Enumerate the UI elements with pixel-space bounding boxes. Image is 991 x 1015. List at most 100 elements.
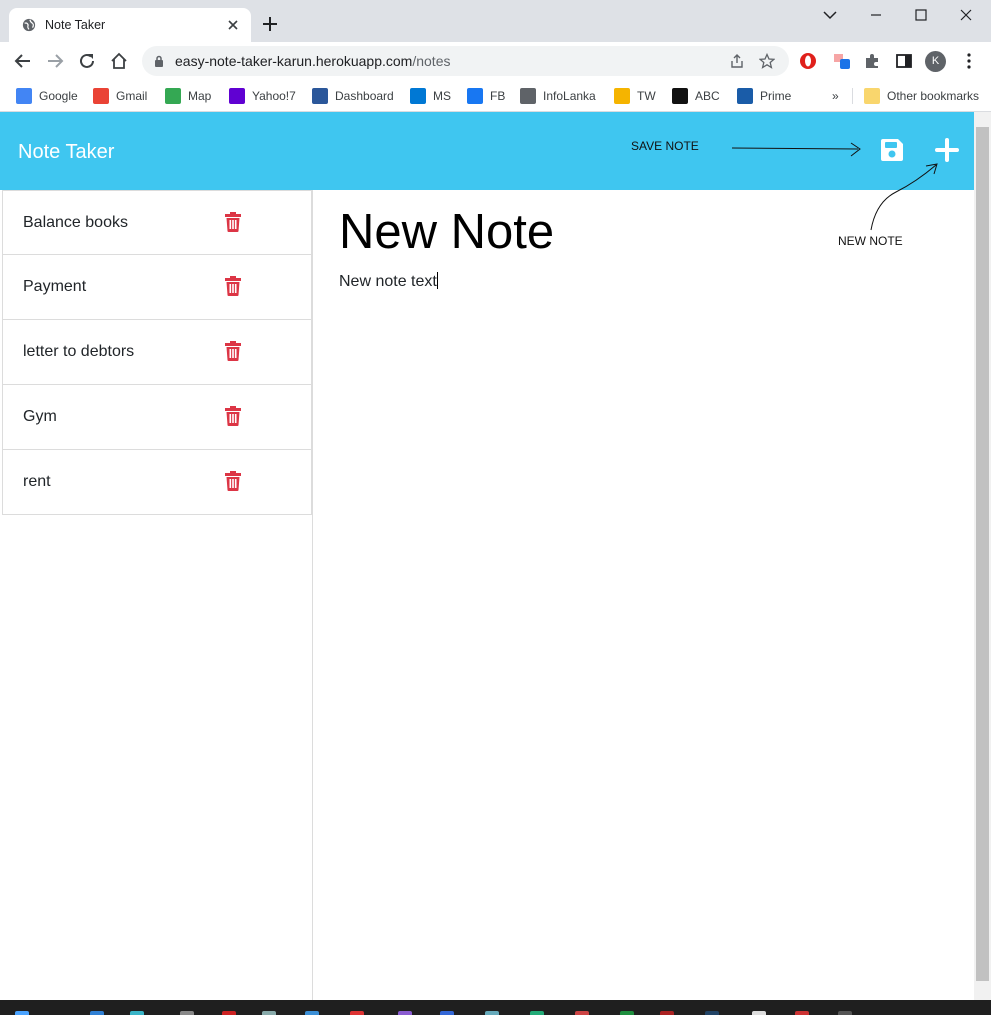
app-brand[interactable]: Note Taker xyxy=(18,141,114,164)
maximize-icon[interactable] xyxy=(910,7,932,23)
new-tab-icon[interactable] xyxy=(261,15,279,33)
save-note-icon[interactable] xyxy=(879,137,905,163)
note-list-item-title: letter to debtors xyxy=(23,343,135,360)
taskbar-icon[interactable] xyxy=(575,1011,589,1015)
taskbar-icon[interactable] xyxy=(398,1011,412,1015)
prime-icon xyxy=(737,88,753,104)
bookmark-label: Dashboard xyxy=(335,89,394,103)
profile-avatar[interactable]: K xyxy=(925,51,946,72)
close-window-icon[interactable] xyxy=(955,7,977,23)
side-panel-icon[interactable] xyxy=(895,52,913,70)
app-navbar: Note Taker SAVE NOTE xyxy=(0,112,974,231)
taskbar-icon[interactable] xyxy=(620,1011,634,1015)
bookmarks-bar: Google Gmail Map Yahoo!7 Dashboard MS FB InfoLa… xyxy=(0,80,991,112)
taskbar-icon[interactable] xyxy=(838,1011,852,1015)
bookmark-map[interactable]: Map xyxy=(165,86,211,106)
kebab-menu-icon[interactable] xyxy=(960,52,978,70)
note-list-item[interactable]: Gym xyxy=(2,385,312,450)
other-bookmarks-folder[interactable]: Other bookmarks xyxy=(864,86,979,106)
taskbar-icon[interactable] xyxy=(440,1011,454,1015)
url-host: easy-note-taker-karun.herokuapp.com xyxy=(175,53,413,69)
extensions-puzzle-icon[interactable] xyxy=(863,52,881,70)
abc-icon xyxy=(672,88,688,104)
taskbar-icon[interactable] xyxy=(90,1011,104,1015)
delete-note-trash-icon[interactable] xyxy=(224,471,242,491)
extension-badge-icon[interactable] xyxy=(833,52,851,70)
os-taskbar xyxy=(0,1000,991,1015)
note-title-input[interactable]: New Note xyxy=(339,204,554,260)
bookmark-label: TW xyxy=(637,89,656,103)
taskbar-icon[interactable] xyxy=(660,1011,674,1015)
bookmark-prime[interactable]: Prime xyxy=(737,86,791,106)
note-list-item-title: rent xyxy=(23,473,51,490)
page-scrollbar-thumb[interactable] xyxy=(976,127,989,981)
facebook-icon xyxy=(467,88,483,104)
note-list-item[interactable]: letter to debtors xyxy=(2,320,312,385)
bookmark-infolanka[interactable]: InfoLanka xyxy=(520,86,596,106)
bookmarks-overflow-chevron-icon[interactable]: » xyxy=(832,86,839,106)
taskbar-icon[interactable] xyxy=(222,1011,236,1015)
forward-arrow-icon[interactable] xyxy=(45,51,65,71)
close-tab-icon[interactable] xyxy=(223,15,243,35)
bookmark-label: Gmail xyxy=(116,89,148,103)
browser-toolbar: easy-note-taker-karun.herokuapp.com/note… xyxy=(0,42,991,114)
url-text: easy-note-taker-karun.herokuapp.com/note… xyxy=(175,53,450,69)
taskbar-icon[interactable] xyxy=(485,1011,499,1015)
note-editor: New Note New note text xyxy=(313,190,974,1000)
google-icon xyxy=(16,88,32,104)
bookmark-tw[interactable]: TW xyxy=(614,86,656,106)
outlook-icon xyxy=(410,88,426,104)
tab-search-icon[interactable] xyxy=(819,7,841,23)
tab-title: Note Taker xyxy=(45,18,106,32)
bookmark-label: MS xyxy=(433,89,451,103)
globe-icon xyxy=(22,18,36,32)
save-annotation-arrow xyxy=(731,142,861,157)
note-list-item[interactable]: Payment xyxy=(2,255,312,320)
taskbar-icon[interactable] xyxy=(130,1011,144,1015)
home-icon[interactable] xyxy=(109,51,129,71)
minimize-icon[interactable] xyxy=(865,7,887,23)
back-arrow-icon[interactable] xyxy=(13,51,33,71)
delete-note-trash-icon[interactable] xyxy=(224,276,242,296)
bookmark-label: Map xyxy=(188,89,212,103)
bookmarks-separator xyxy=(852,88,853,104)
new-note-icon[interactable] xyxy=(935,138,959,162)
note-list-item[interactable]: rent xyxy=(2,450,312,515)
taskbar-icon[interactable] xyxy=(350,1011,364,1015)
note-text-input[interactable]: New note text xyxy=(339,272,438,291)
bookmark-ms[interactable]: MS xyxy=(410,86,451,106)
taskbar-icon[interactable] xyxy=(180,1011,194,1015)
taskbar-icon[interactable] xyxy=(15,1011,29,1015)
taskbar-icon[interactable] xyxy=(795,1011,809,1015)
address-bar[interactable]: easy-note-taker-karun.herokuapp.com/note… xyxy=(142,46,789,76)
taskbar-icon[interactable] xyxy=(530,1011,544,1015)
taskbar-icon[interactable] xyxy=(705,1011,719,1015)
bookmark-gmail[interactable]: Gmail xyxy=(93,86,147,106)
taskbar-icon[interactable] xyxy=(305,1011,319,1015)
maps-icon xyxy=(165,88,181,104)
taskbar-icon[interactable] xyxy=(752,1011,766,1015)
folder-icon xyxy=(864,88,880,104)
share-icon[interactable] xyxy=(729,53,745,69)
bookmark-star-icon[interactable] xyxy=(759,53,775,69)
taskbar-icon[interactable] xyxy=(262,1011,276,1015)
bookmark-yahoo-7[interactable]: Yahoo!7 xyxy=(229,86,296,106)
note-list-item[interactable]: Balance books xyxy=(2,190,312,255)
bookmark-google[interactable]: Google xyxy=(16,86,78,106)
delete-note-trash-icon[interactable] xyxy=(224,212,242,232)
bookmark-label: Yahoo!7 xyxy=(252,89,296,103)
delete-note-trash-icon[interactable] xyxy=(224,406,242,426)
bookmark-abc[interactable]: ABC xyxy=(672,86,720,106)
url-path: /notes xyxy=(412,53,451,69)
note-list-item-title: Gym xyxy=(23,408,57,425)
bookmark-fb[interactable]: FB xyxy=(467,86,505,106)
other-bookmarks-label: Other bookmarks xyxy=(887,89,980,103)
bookmark-label: Google xyxy=(39,89,78,103)
opera-extension-icon[interactable] xyxy=(799,52,817,70)
reload-icon[interactable] xyxy=(77,51,97,71)
dashboard-icon xyxy=(312,88,328,104)
browser-tab[interactable]: Note Taker xyxy=(9,8,251,42)
note-taker-app: Note Taker SAVE NOTE NEW NOTE Balance bo… xyxy=(0,112,974,1000)
delete-note-trash-icon[interactable] xyxy=(224,341,242,361)
bookmark-dashboard[interactable]: Dashboard xyxy=(312,86,394,106)
